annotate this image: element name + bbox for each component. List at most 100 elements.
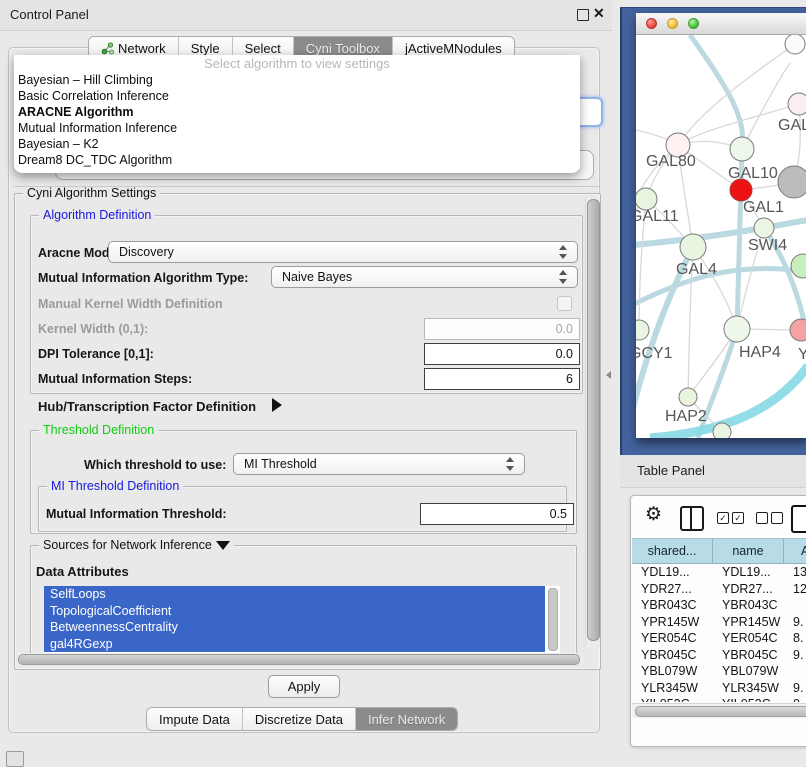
close-panel-icon[interactable]: ✕ [593, 5, 605, 22]
cell-shared-name: YIL052C [632, 696, 713, 702]
unchecked-column-icon[interactable] [756, 512, 768, 524]
combo-spinner-icon [558, 270, 567, 284]
tab-label: Discretize Data [255, 712, 343, 727]
expand-arrow-icon[interactable] [272, 398, 282, 412]
list-scrollbar-thumb[interactable] [548, 588, 558, 651]
scrollbar-thumb[interactable] [18, 654, 580, 665]
column-header-shared-name[interactable]: shared... [632, 538, 713, 564]
table-icon[interactable] [791, 505, 806, 533]
table-horizontal-scrollbar[interactable] [632, 703, 806, 718]
column-header-partial[interactable]: A [784, 538, 806, 564]
attribute-item-selected[interactable]: gal4RGexp [44, 636, 545, 653]
kernel-width-label: Kernel Width (0,1): [38, 322, 148, 336]
scrollbar-thumb[interactable] [635, 706, 806, 717]
algorithm-option[interactable]: Bayesian – Hill Climbing [14, 72, 580, 88]
scrollbar-thumb[interactable] [587, 199, 600, 641]
cell-value [784, 597, 806, 614]
window-zoom-button[interactable] [688, 18, 699, 29]
checked-column-icon[interactable]: ✓ [717, 512, 729, 524]
table-row[interactable]: YLR345W YLR345W 9. [632, 680, 806, 697]
table-row[interactable]: YBR043C YBR043C [632, 597, 806, 614]
manual-kernel-label: Manual Kernel Width Definition [38, 297, 223, 311]
node-swi4[interactable] [754, 218, 774, 238]
which-threshold-label: Which threshold to use: [84, 458, 226, 472]
manual-kernel-checkbox[interactable] [557, 296, 572, 311]
node-hap4[interactable] [724, 316, 750, 342]
tab-label: jActiveMNodules [405, 41, 502, 56]
column-header-name[interactable]: name [713, 538, 784, 564]
table-row[interactable]: YDL19... YDL19... 13 [632, 564, 806, 581]
tab-label: Select [245, 41, 281, 56]
table-row[interactable]: YIL052C YIL052C 0. [632, 696, 806, 702]
node-right-green[interactable] [791, 254, 806, 278]
unchecked-column-icon[interactable] [771, 512, 783, 524]
node-gray[interactable] [778, 166, 806, 198]
checked-column-icon[interactable]: ✓ [732, 512, 744, 524]
settings-vertical-scrollbar[interactable] [585, 197, 600, 649]
attribute-item-selected[interactable]: BetweennessCentrality [44, 619, 545, 636]
apply-button[interactable]: Apply [268, 675, 340, 698]
tab-impute-data[interactable]: Impute Data [147, 708, 243, 730]
combo-value: MI Threshold [244, 457, 505, 471]
node-label: Y [798, 346, 806, 363]
cell-value: 8. [784, 630, 806, 647]
table-panel-titlebar: Table Panel [620, 455, 806, 488]
network-canvas[interactable]: GAL GAL80 GAL10 GAL1 GAL11 SWI4 GAL4 GCY… [636, 35, 806, 438]
algorithm-dropdown-list: Select algorithm to view settings Bayesi… [14, 55, 580, 173]
window-close-button[interactable] [646, 18, 657, 29]
node-label: GAL [778, 117, 806, 134]
node-gal10[interactable] [730, 137, 754, 161]
node-unlabeled[interactable] [785, 35, 805, 54]
window-minimize-button[interactable] [667, 18, 678, 29]
table-row[interactable]: YBR045C YBR045C 9. [632, 647, 806, 664]
group-title: Algorithm Definition [39, 208, 155, 222]
combo-spinner-icon [558, 245, 567, 259]
node-gcy1[interactable] [636, 320, 649, 340]
attribute-item-selected[interactable]: SelfLoops [44, 586, 545, 603]
collapse-arrow-icon[interactable] [216, 541, 230, 550]
algorithm-dropdown-placeholder: Select algorithm to view settings [14, 56, 580, 72]
node-y-partial[interactable] [790, 319, 806, 341]
cell-name: YBL079W [713, 663, 784, 680]
mi-type-combo[interactable]: Naive Bayes [271, 266, 578, 288]
tab-infer-network[interactable]: Infer Network [356, 708, 457, 730]
cell-value [784, 663, 806, 680]
network-window-titlebar[interactable] [636, 13, 806, 35]
which-threshold-combo[interactable]: MI Threshold [233, 453, 525, 475]
splitter-handle-icon[interactable] [606, 371, 611, 379]
node-label: GAL4 [676, 261, 717, 278]
aracne-mode-combo[interactable]: Discovery [108, 241, 578, 263]
algorithm-option[interactable]: Mutual Information Inference [14, 120, 580, 136]
gear-icon[interactable]: ⚙ [645, 505, 662, 525]
node-label: HAP4 [739, 344, 781, 361]
node-gal-partial[interactable] [788, 93, 806, 115]
table-row[interactable]: YDR27... YDR27... 12 [632, 581, 806, 598]
algorithm-option[interactable]: Bayesian – K2 [14, 136, 580, 152]
bottom-tabbar: Impute Data Discretize Data Infer Networ… [146, 707, 458, 731]
tab-discretize-data[interactable]: Discretize Data [243, 708, 356, 730]
attribute-item-selected[interactable]: TopologicalCoefficient [44, 603, 545, 620]
mi-steps-field[interactable]: 6 [424, 368, 580, 390]
tab-label: Cyni Toolbox [306, 41, 380, 56]
float-panel-icon[interactable] [577, 9, 589, 21]
node-gal11[interactable] [636, 188, 657, 210]
dock-icon-partial[interactable] [6, 751, 24, 767]
kernel-width-field[interactable]: 0.0 [424, 318, 580, 340]
algorithm-option-selected[interactable]: ARACNE Algorithm [14, 104, 580, 120]
table-row[interactable]: YBL079W YBL079W [632, 663, 806, 680]
table-row[interactable]: YER054C YER054C 8. [632, 630, 806, 647]
node-bottom-green[interactable] [713, 423, 731, 438]
dpi-tolerance-field[interactable]: 0.0 [424, 343, 580, 365]
settings-horizontal-scrollbar[interactable] [18, 653, 584, 665]
cell-shared-name: YBR043C [632, 597, 713, 614]
algorithm-option[interactable]: Basic Correlation Inference [14, 88, 580, 104]
mi-threshold-field[interactable]: 0.5 [420, 503, 574, 525]
node-gal1-selected[interactable] [730, 179, 752, 201]
split-view-icon[interactable] [680, 506, 704, 531]
table-row[interactable]: YPR145W YPR145W 9. [632, 614, 806, 631]
node-gal4[interactable] [680, 234, 706, 260]
table-panel: ⚙ ✓ ✓ shared... name A YDL19... YDL19...… [630, 495, 806, 747]
screen: { "control_panel": { "title": "Control P… [0, 0, 806, 762]
algorithm-option[interactable]: Dream8 DC_TDC Algorithm [14, 152, 580, 168]
node-hap2[interactable] [679, 388, 697, 406]
